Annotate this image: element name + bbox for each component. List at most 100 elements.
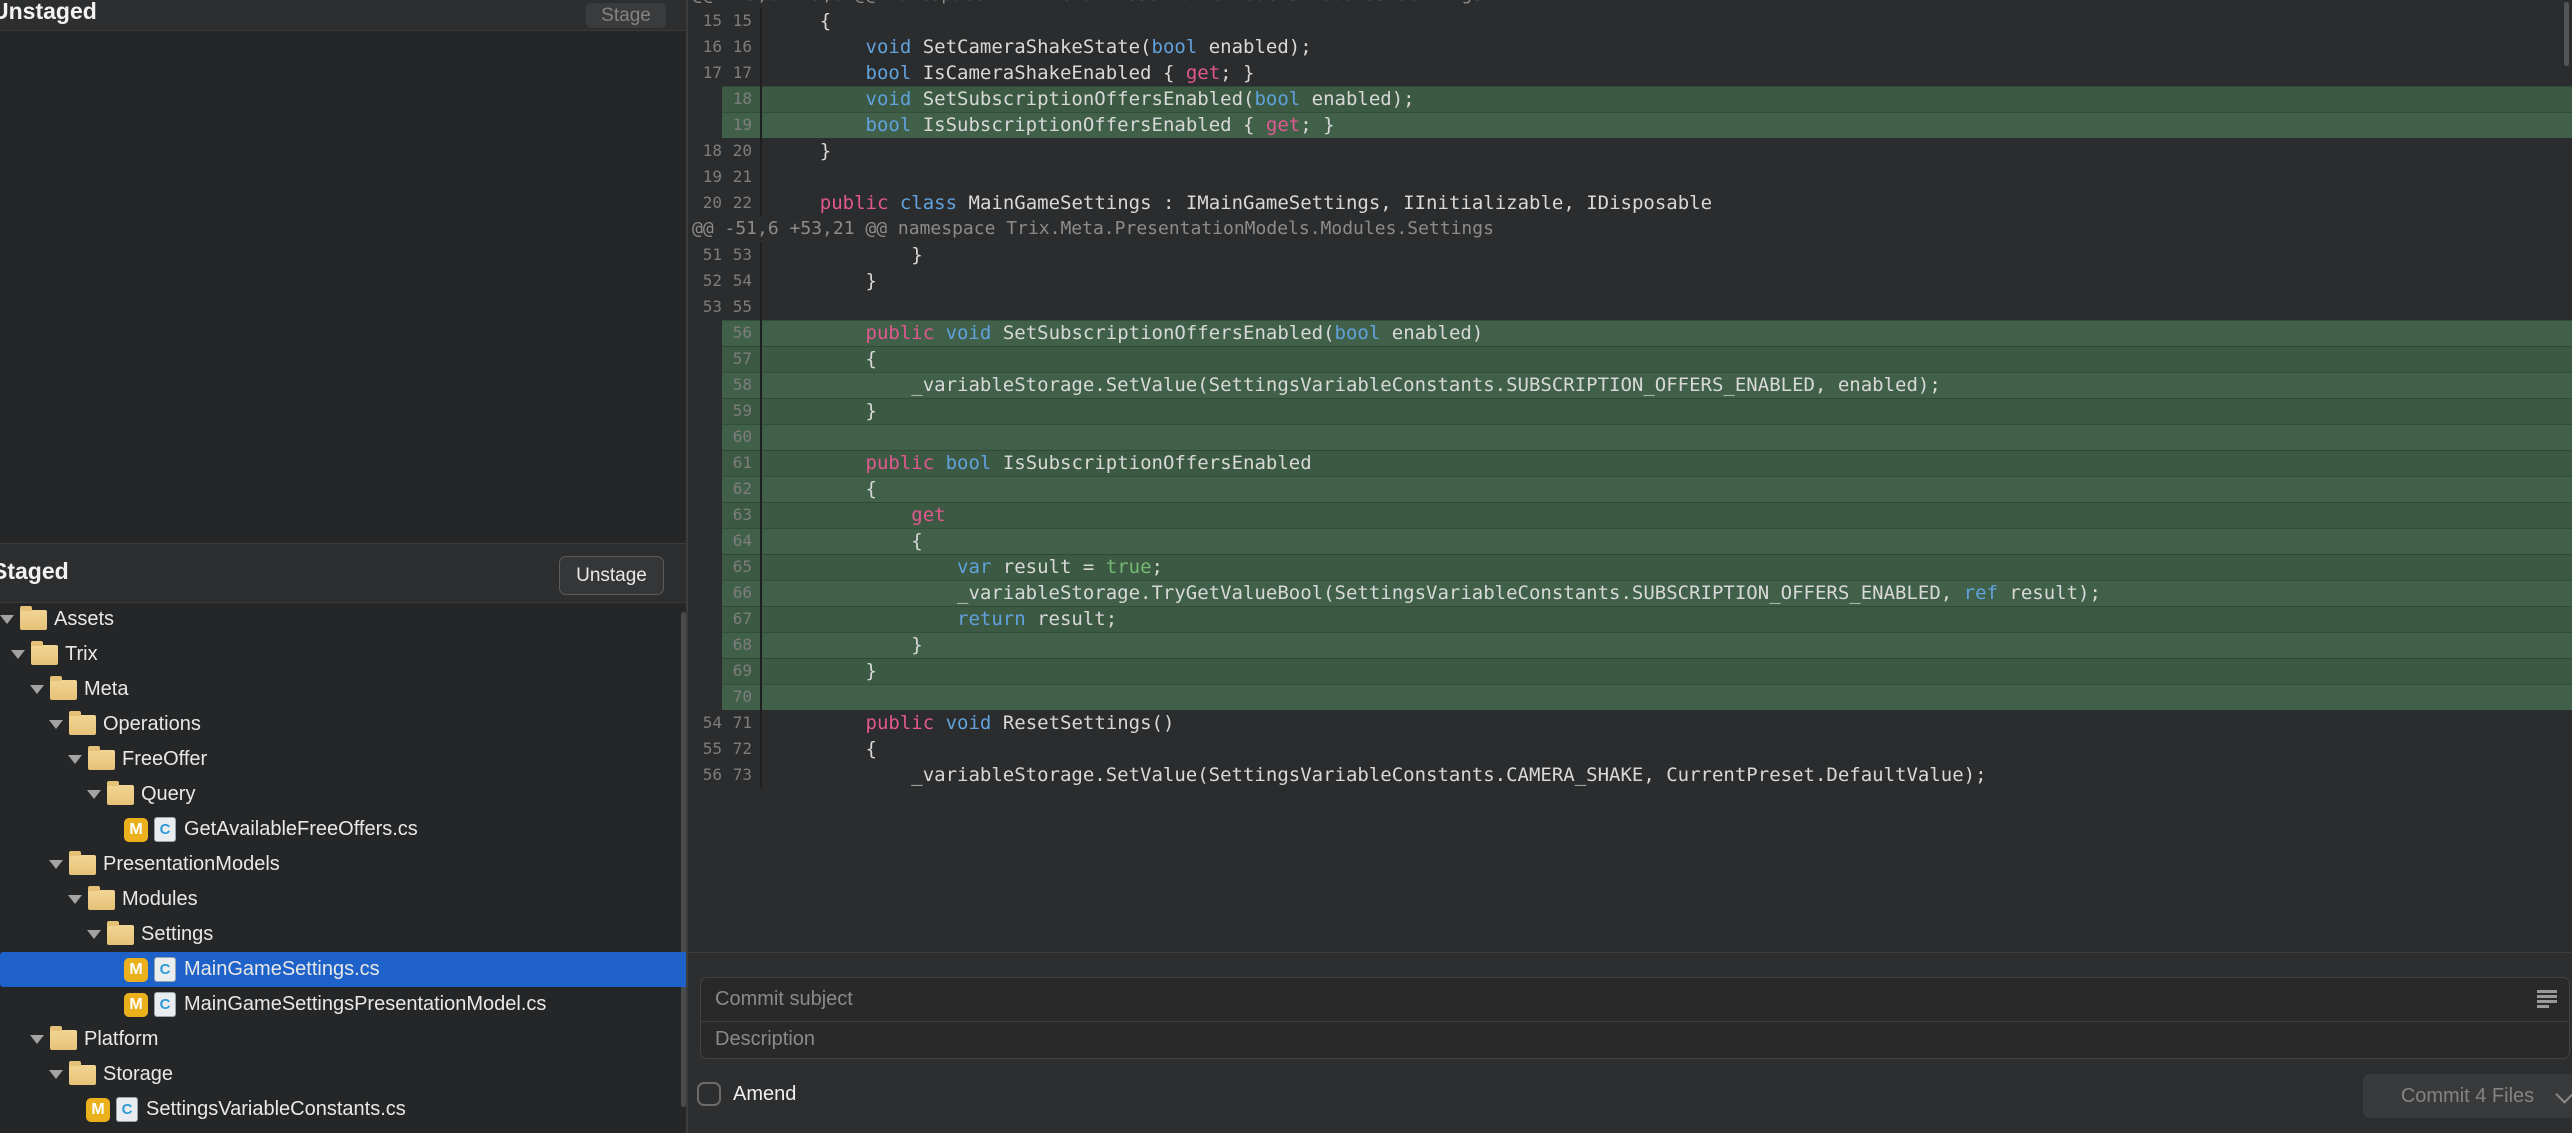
- tree-item-platform[interactable]: Platform: [0, 1022, 688, 1057]
- diff-added-line[interactable]: 58 _variableStorage.SetValue(SettingsVar…: [688, 372, 2572, 398]
- commit-button[interactable]: Commit 4 Files: [2363, 1074, 2572, 1118]
- tree-item-getavailablefreeoffers-cs[interactable]: MCGetAvailableFreeOffers.cs: [0, 812, 688, 847]
- diff-context-line[interactable]: 2022 public class MainGameSettings : IMa…: [688, 190, 2572, 216]
- diff-added-line[interactable]: 70: [688, 684, 2572, 710]
- folder-icon: [50, 1030, 77, 1050]
- code-text: }: [774, 242, 2572, 268]
- diff-added-line[interactable]: 66 _variableStorage.TryGetValueBool(Sett…: [688, 580, 2572, 606]
- diff-added-line[interactable]: 64 {: [688, 528, 2572, 554]
- new-line-number: 73: [722, 762, 752, 788]
- folder-icon: [88, 890, 115, 910]
- diff-added-line[interactable]: 59 }: [688, 398, 2572, 424]
- chevron-expanded-icon[interactable]: [68, 755, 82, 764]
- old-line-number: [688, 476, 722, 502]
- tree-item-settingsvariableconstants-cs[interactable]: MCSettingsVariableConstants.cs: [0, 1092, 688, 1127]
- chevron-expanded-icon[interactable]: [68, 895, 82, 904]
- subject-lines-icon[interactable]: [2537, 990, 2557, 1008]
- gutter-separator: [752, 112, 762, 138]
- old-line-number: [688, 580, 722, 606]
- code-text: }: [774, 632, 2572, 658]
- code-text: {: [774, 476, 2572, 502]
- code-text: public bool IsSubscriptionOffersEnabled: [774, 450, 2572, 476]
- diff-added-line[interactable]: 61 public bool IsSubscriptionOffersEnabl…: [688, 450, 2572, 476]
- chevron-expanded-icon[interactable]: [30, 685, 44, 694]
- diff-context-line[interactable]: 1921: [688, 164, 2572, 190]
- diff-added-line[interactable]: 65 var result = true;: [688, 554, 2572, 580]
- code-text: }: [774, 398, 2572, 424]
- tree-item-trix[interactable]: Trix: [0, 637, 688, 672]
- new-line-number: 20: [722, 138, 752, 164]
- code-text: var result = true;: [774, 554, 2572, 580]
- new-line-number: 55: [722, 294, 752, 320]
- new-line-number: 66: [722, 580, 752, 606]
- tree-item-meta[interactable]: Meta: [0, 672, 688, 707]
- tree-item-modules[interactable]: Modules: [0, 882, 688, 917]
- diff-context-line[interactable]: 5673 _variableStorage.SetValue(SettingsV…: [688, 762, 2572, 788]
- diff-scrollbar[interactable]: [2564, 2, 2569, 66]
- tree-item-label: MainGameSettings.cs: [184, 958, 380, 981]
- commit-description-input[interactable]: [701, 1022, 2569, 1057]
- tree-item-operations[interactable]: Operations: [0, 707, 688, 742]
- old-line-number: 56: [688, 762, 722, 788]
- old-line-number: [688, 658, 722, 684]
- unstage-button[interactable]: Unstage: [559, 556, 664, 595]
- diff-added-line[interactable]: 63 get: [688, 502, 2572, 528]
- diff-context-line[interactable]: 5355: [688, 294, 2572, 320]
- diff-added-line[interactable]: 68 }: [688, 632, 2572, 658]
- csharp-file-icon: C: [154, 957, 176, 982]
- commit-button-label: Commit 4 Files: [2363, 1085, 2558, 1108]
- diff-context-line[interactable]: 1515 {: [688, 8, 2572, 34]
- chevron-expanded-icon[interactable]: [87, 790, 101, 799]
- diff-context-line[interactable]: 5254 }: [688, 268, 2572, 294]
- tree-item-query[interactable]: Query: [0, 777, 688, 812]
- diff-context-line[interactable]: 1717 bool IsCameraShakeEnabled { get; }: [688, 60, 2572, 86]
- diff-added-line[interactable]: 60: [688, 424, 2572, 450]
- commit-subject-input[interactable]: [701, 978, 2569, 1022]
- unstaged-file-list[interactable]: [0, 31, 688, 543]
- chevron-expanded-icon[interactable]: [11, 650, 25, 659]
- gutter-separator: [752, 632, 762, 658]
- new-line-number: 68: [722, 632, 752, 658]
- tree-item-settings[interactable]: Settings: [0, 917, 688, 952]
- diff-context-line[interactable]: 1616 void SetCameraShakeState(bool enabl…: [688, 34, 2572, 60]
- diff-context-line[interactable]: 5572 {: [688, 736, 2572, 762]
- new-line-number: 61: [722, 450, 752, 476]
- diff-context-line[interactable]: 5471 public void ResetSettings(): [688, 710, 2572, 736]
- tree-item-maingamesettings-cs[interactable]: MCMainGameSettings.cs: [0, 952, 688, 987]
- diff-context-line[interactable]: 5153 }: [688, 242, 2572, 268]
- old-line-number: 19: [688, 164, 722, 190]
- chevron-expanded-icon[interactable]: [87, 930, 101, 939]
- old-line-number: 52: [688, 268, 722, 294]
- stage-button[interactable]: Stage: [586, 3, 666, 28]
- tree-item-assets[interactable]: Assets: [0, 602, 688, 637]
- code-text: bool IsSubscriptionOffersEnabled { get; …: [774, 112, 2572, 138]
- diff-added-line[interactable]: 57 {: [688, 346, 2572, 372]
- chevron-expanded-icon[interactable]: [49, 860, 63, 869]
- diff-added-line[interactable]: 56 public void SetSubscriptionOffersEnab…: [688, 320, 2572, 346]
- tree-item-presentationmodels[interactable]: PresentationModels: [0, 847, 688, 882]
- diff-added-line[interactable]: 69 }: [688, 658, 2572, 684]
- tree-item-freeoffer[interactable]: FreeOffer: [0, 742, 688, 777]
- amend-checkbox[interactable]: [697, 1082, 721, 1106]
- new-line-number: 53: [722, 242, 752, 268]
- gutter-separator: [752, 164, 762, 190]
- diff-added-line[interactable]: 19 bool IsSubscriptionOffersEnabled { ge…: [688, 112, 2572, 138]
- tree-item-label: SettingsVariableConstants.cs: [146, 1098, 406, 1121]
- tree-item-storage[interactable]: Storage: [0, 1057, 688, 1092]
- chevron-expanded-icon[interactable]: [0, 615, 14, 624]
- diff-added-line[interactable]: 67 return result;: [688, 606, 2572, 632]
- chevron-expanded-icon[interactable]: [49, 1070, 63, 1079]
- diff-context-line[interactable]: 1820 }: [688, 138, 2572, 164]
- gutter-separator: [752, 190, 762, 216]
- new-line-number: 70: [722, 684, 752, 710]
- diff-added-line[interactable]: 62 {: [688, 476, 2572, 502]
- new-line-number: 15: [722, 8, 752, 34]
- chevron-expanded-icon[interactable]: [30, 1035, 44, 1044]
- code-text: bool IsCameraShakeEnabled { get; }: [774, 60, 2572, 86]
- chevron-expanded-icon[interactable]: [49, 720, 63, 729]
- diff-added-line[interactable]: 18 void SetSubscriptionOffersEnabled(boo…: [688, 86, 2572, 112]
- new-line-number: 21: [722, 164, 752, 190]
- git-client-window: Unstaged Stage Staged Unstage AssetsTrix…: [0, 0, 2572, 1133]
- tree-item-maingamesettingspresentationmodel-cs[interactable]: MCMainGameSettingsPresentationModel.cs: [0, 987, 688, 1022]
- gutter-separator: [752, 86, 762, 112]
